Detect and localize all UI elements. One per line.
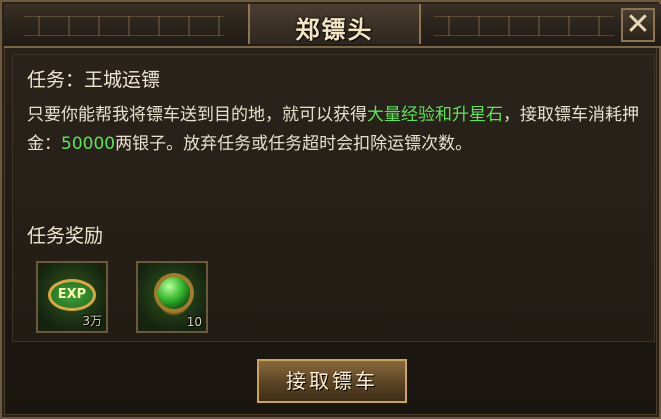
title-ornament-left bbox=[24, 16, 224, 36]
title-ornament-right bbox=[434, 16, 614, 36]
accept-escort-button[interactable]: 接取镖车 bbox=[257, 359, 407, 403]
task-title: 任务：王城运镖 bbox=[27, 69, 161, 91]
reward-qty: 3万 bbox=[82, 314, 102, 328]
task-description: 只要你能帮我将镖车送到目的地，就可以获得大量经验和升星石，接取镖车消耗押金：50… bbox=[27, 101, 639, 159]
reward-item-orb[interactable]: 10 bbox=[136, 261, 208, 333]
reward-label: 任务奖励 bbox=[27, 225, 104, 247]
reward-highlight: 大量经验和升星石 bbox=[367, 105, 503, 125]
title-frame: 郑镖头 bbox=[248, 4, 421, 44]
content-panel: 任务：王城运镖 只要你能帮我将镖车送到目的地，就可以获得大量经验和升星石，接取镖… bbox=[12, 54, 655, 342]
desc-text-3: 两银子。放弃任务或任务超时会扣除运镖次数。 bbox=[115, 134, 473, 154]
reward-qty: 10 bbox=[186, 315, 202, 329]
close-button[interactable]: ✕ bbox=[621, 8, 655, 42]
title-bar: 郑镖头 ✕ bbox=[4, 4, 661, 48]
green-orb-icon bbox=[158, 277, 190, 309]
escort-task-dialog: 郑镖头 ✕ 任务：王城运镖 只要你能帮我将镖车送到目的地，就可以获得大量经验和升… bbox=[0, 0, 661, 419]
dialog-title: 郑镖头 bbox=[295, 16, 374, 44]
reward-item-exp[interactable]: EXP 3万 bbox=[36, 261, 108, 333]
desc-text-1: 只要你能帮我将镖车送到目的地，就可以获得 bbox=[27, 105, 367, 125]
deposit-amount: 50000 bbox=[61, 134, 116, 154]
exp-icon: EXP bbox=[48, 279, 96, 311]
close-icon: ✕ bbox=[625, 7, 651, 42]
